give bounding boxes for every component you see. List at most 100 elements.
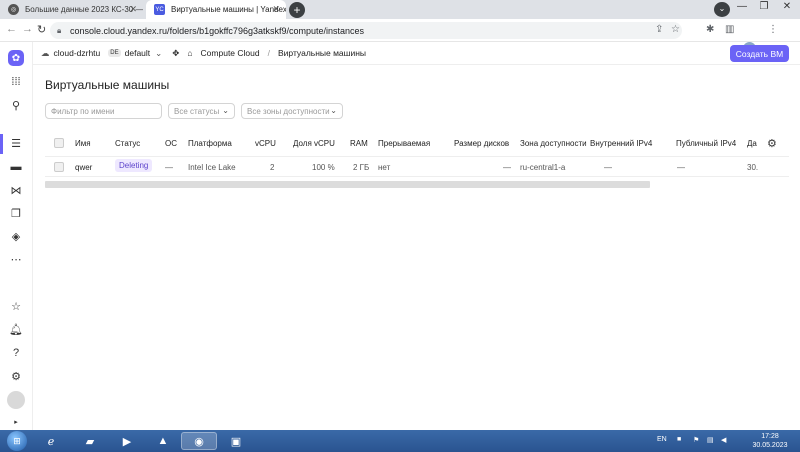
name-filter-placeholder: Фильтр по имени xyxy=(51,106,115,116)
share-icon[interactable]: ⇪ xyxy=(655,24,663,35)
vm-name[interactable]: qwer xyxy=(75,163,92,172)
bookmark-star-icon[interactable]: ☆ xyxy=(671,24,680,35)
breadcrumb-current: Виртуальные машины xyxy=(277,48,367,58)
create-vm-button[interactable]: Создать ВМ xyxy=(730,45,789,62)
column-header[interactable]: Прерываемая xyxy=(378,139,430,148)
zone-filter-value: Все зоны доступности xyxy=(247,106,330,116)
column-header[interactable]: Размер дисков xyxy=(454,139,509,148)
name-filter-input[interactable]: Фильтр по имени xyxy=(45,103,162,119)
extensions-icon[interactable]: ✱ xyxy=(706,24,714,35)
column-header[interactable]: Да xyxy=(747,139,757,148)
table-settings-gear-icon[interactable]: ⚙ xyxy=(767,137,777,150)
browser-tab-big-data[interactable]: ◎ Большие данные 2023 КС-30 — ✕ xyxy=(0,0,143,19)
tab-label: Большие данные 2023 КС-30 — xyxy=(25,5,143,14)
status-filter-select[interactable]: Все статусы ⌄ xyxy=(168,103,235,119)
disks-icon[interactable]: ▬ xyxy=(8,159,24,175)
select-all-checkbox[interactable] xyxy=(54,138,64,148)
virtual-machines-icon[interactable]: ☰ xyxy=(8,135,24,151)
new-tab-button[interactable]: + xyxy=(289,2,305,18)
console-nav-rail: ✿ ⁞⁞⁞ ⚲ ☰ ▬ ⋈ ❐ ◈ ⋯ ☆ 🔔︎ ? ⚙ ▸ xyxy=(0,42,33,430)
back-icon[interactable]: ← xyxy=(6,23,17,35)
browser-menu-icon[interactable]: ⋮ xyxy=(768,24,778,35)
browser-tab-virtual-machines[interactable]: YC Виртуальные машины | Yandex ✕ xyxy=(146,0,286,19)
help-icon[interactable]: ? xyxy=(8,345,24,361)
tab-search-dropdown-icon[interactable]: ⌄ xyxy=(714,2,730,17)
table-row[interactable]: qwer Deleting — Intel Ice Lake 2 100 % 2… xyxy=(45,156,789,177)
address-bar[interactable]: console.cloud.yandex.ru/folders/b1gokffc… xyxy=(50,22,682,39)
images-icon[interactable]: ❐ xyxy=(8,205,24,221)
cloud-selector[interactable]: ☁︎ cloud-dzrhtu xyxy=(41,48,100,59)
column-header[interactable]: Статус xyxy=(115,139,140,148)
forward-icon[interactable]: → xyxy=(22,23,33,35)
address-url: console.cloud.yandex.ru/folders/b1gokffc… xyxy=(70,25,365,36)
language-indicator[interactable]: EN xyxy=(657,436,667,443)
matlab-icon[interactable]: ▲ xyxy=(145,432,181,450)
column-header[interactable]: Внутренний IPv4 xyxy=(590,139,652,148)
file-explorer-icon[interactable]: ▰ xyxy=(72,432,108,450)
yandex-cloud-logo-icon[interactable]: ✿ xyxy=(8,50,24,66)
chevron-down-icon: ⌄ xyxy=(155,47,163,58)
notifications-bell-icon[interactable]: 🔔︎ xyxy=(8,321,24,337)
status-filter-value: Все статусы xyxy=(174,106,220,116)
column-header[interactable]: RAM xyxy=(350,139,368,148)
disk-size-cell: — xyxy=(503,163,511,172)
close-icon[interactable]: ✕ xyxy=(129,4,137,15)
reload-icon[interactable]: ↻ xyxy=(37,23,46,36)
browser-toolbar: ← → ↻ console.cloud.yandex.ru/folders/b1… xyxy=(0,19,800,55)
column-header[interactable]: Зона доступности xyxy=(520,139,587,148)
more-icon[interactable]: ⋯ xyxy=(8,251,24,267)
horizontal-scrollbar[interactable] xyxy=(45,181,650,188)
tray-app-icon[interactable]: ■ xyxy=(677,436,681,443)
folder-selector[interactable]: DE default ⌄ xyxy=(108,48,162,59)
settings-gear-icon[interactable]: ⚙ xyxy=(8,368,24,384)
minimize-icon[interactable]: — xyxy=(731,1,753,12)
column-header[interactable]: Имя xyxy=(75,139,91,148)
snapshots-icon[interactable]: ◈ xyxy=(8,228,24,244)
row-checkbox[interactable] xyxy=(54,162,64,172)
internet-explorer-icon[interactable]: ℯ xyxy=(33,432,69,450)
all-services-icon[interactable]: ⁞⁞⁞ xyxy=(8,74,24,90)
chevron-down-icon: ⌄ xyxy=(330,106,337,115)
chrome-icon[interactable]: ◉ xyxy=(181,432,217,450)
zone-filter-select[interactable]: Все зоны доступности ⌄ xyxy=(241,103,343,119)
tray-flag-icon[interactable]: ⚑ xyxy=(693,436,699,444)
clock-time: 17:28 xyxy=(761,433,779,440)
placement-groups-icon[interactable]: ⋈ xyxy=(8,182,24,198)
status-badge: Deleting xyxy=(115,159,153,172)
globe-icon: ◎ xyxy=(8,4,19,15)
home-icon[interactable]: ⌂ xyxy=(187,48,192,58)
side-panel-icon[interactable]: ▥ xyxy=(725,24,734,35)
page-title: Виртуальные машины xyxy=(45,78,170,92)
start-button[interactable]: ⊞ xyxy=(7,431,27,451)
favorites-star-icon[interactable]: ☆ xyxy=(8,298,24,314)
public-ipv4-cell: — xyxy=(677,163,685,172)
ram-cell: 2 ГБ xyxy=(353,163,370,172)
maximize-icon[interactable]: ❐ xyxy=(753,1,775,12)
column-header[interactable]: Доля vCPU xyxy=(293,139,335,148)
chevron-down-icon: ⌄ xyxy=(222,106,229,115)
close-icon[interactable]: ✕ xyxy=(272,4,280,15)
collapse-rail-icon[interactable]: ▸ xyxy=(8,414,24,430)
window-close-icon[interactable]: ✕ xyxy=(776,1,798,12)
column-header[interactable]: ОС xyxy=(165,139,177,148)
yandex-cloud-icon: YC xyxy=(154,4,165,15)
search-icon[interactable]: ⚲ xyxy=(8,97,24,113)
system-clock[interactable]: 17:28 30.05.2023 xyxy=(748,432,792,450)
lock-icon[interactable]: 🔒︎ xyxy=(57,26,61,36)
remote-app-icon[interactable]: ▣ xyxy=(218,432,254,450)
column-header[interactable]: Платформа xyxy=(188,139,232,148)
status-pill: Deleting xyxy=(115,159,153,172)
pin-icon[interactable]: ✥ xyxy=(172,48,179,59)
column-header[interactable]: Публичный IPv4 xyxy=(676,139,736,148)
browser-tab-strip: ◎ Большие данные 2023 КС-30 — ✕ YC Вирту… xyxy=(0,0,800,19)
network-icon[interactable]: ▤ xyxy=(707,436,714,444)
column-header[interactable]: vCPU xyxy=(255,139,276,148)
os-cell: — xyxy=(165,163,173,172)
table-header-row: Имя Статус ОС Платформа vCPU Доля vCPU R… xyxy=(45,133,789,154)
volume-icon[interactable]: ◀ xyxy=(721,436,726,444)
media-player-icon[interactable]: ▶ xyxy=(109,432,145,450)
user-avatar[interactable] xyxy=(7,391,25,409)
date-cell: 30. xyxy=(747,163,759,172)
breadcrumb-service[interactable]: Compute Cloud xyxy=(201,48,260,58)
active-indicator xyxy=(0,134,3,154)
